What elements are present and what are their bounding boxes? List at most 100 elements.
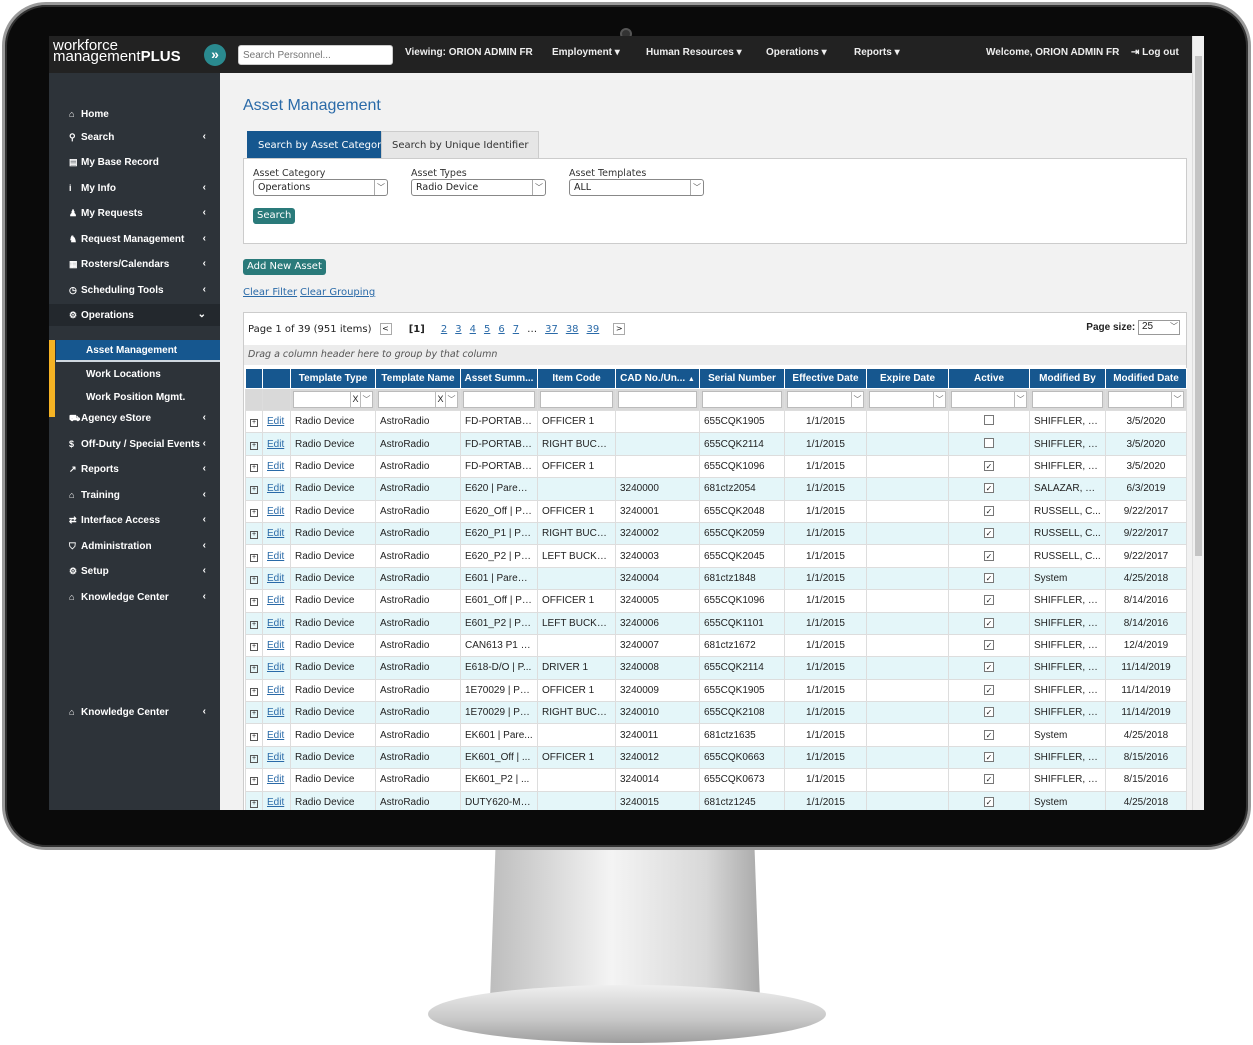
sidebar-subitem-asset-management[interactable]: Asset Management bbox=[56, 340, 220, 362]
page-link[interactable]: 2 bbox=[441, 324, 447, 335]
sidebar-subitem-work-locations[interactable]: Work Locations bbox=[56, 364, 220, 386]
expand-row-button[interactable]: + bbox=[245, 454, 263, 479]
asset-templates-select[interactable]: ALL ﹀ bbox=[569, 179, 704, 196]
column-header-0[interactable]: Template Type bbox=[290, 368, 376, 389]
active-checkbox[interactable] bbox=[984, 415, 994, 426]
column-filter[interactable] bbox=[699, 388, 785, 411]
logo[interactable]: workforce managementPLUS bbox=[53, 38, 181, 64]
sidebar-item-rosters-calendars[interactable]: ▦ Rosters/Calendars ‹ bbox=[49, 253, 220, 275]
scrollbar-thumb[interactable] bbox=[1195, 56, 1202, 556]
column-header-6[interactable]: Effective Date bbox=[784, 368, 867, 389]
expand-row-button[interactable]: + bbox=[245, 521, 263, 546]
active-checkbox[interactable]: ✓ bbox=[984, 617, 994, 628]
active-checkbox[interactable]: ✓ bbox=[984, 460, 994, 471]
page-link[interactable]: 39 bbox=[587, 324, 600, 335]
column-filter[interactable]: ﹀ bbox=[866, 388, 949, 411]
column-header-7[interactable]: Expire Date bbox=[866, 368, 949, 389]
edit-cell[interactable]: Edit bbox=[262, 633, 291, 658]
column-header-10[interactable]: Modified Date bbox=[1105, 368, 1187, 389]
search-button[interactable]: Search bbox=[253, 208, 296, 224]
active-checkbox[interactable]: ✓ bbox=[984, 483, 994, 494]
sidebar-subitem-work-position-mgmt-[interactable]: Work Position Mgmt. bbox=[56, 387, 220, 409]
expand-row-button[interactable]: + bbox=[245, 656, 263, 680]
page-link[interactable]: 38 bbox=[566, 324, 579, 335]
active-checkbox[interactable] bbox=[984, 437, 994, 448]
sidebar-item-knowledge-center[interactable]: ⌂ Knowledge Center ‹ bbox=[49, 586, 220, 608]
group-panel[interactable]: Drag a column header here to group by th… bbox=[244, 345, 1186, 365]
sidebar-item-reports[interactable]: ↗ Reports ‹ bbox=[49, 458, 220, 480]
expand-row-button[interactable]: + bbox=[245, 633, 263, 658]
column-header-1[interactable]: Template Name bbox=[375, 368, 461, 389]
expand-row-button[interactable]: + bbox=[245, 790, 263, 810]
edit-cell[interactable]: Edit bbox=[262, 589, 291, 613]
edit-cell[interactable]: Edit bbox=[262, 544, 291, 568]
edit-cell[interactable]: Edit bbox=[262, 678, 291, 703]
clear-filter-link[interactable]: Clear Filter bbox=[243, 287, 297, 298]
column-filter[interactable]: ﹀ bbox=[948, 388, 1030, 411]
edit-cell[interactable]: Edit bbox=[262, 701, 291, 725]
edit-cell[interactable]: Edit bbox=[262, 745, 291, 770]
edit-cell[interactable]: Edit bbox=[262, 454, 291, 479]
add-new-asset-button[interactable]: Add New Asset bbox=[243, 259, 326, 275]
clear-grouping-link[interactable]: Clear Grouping bbox=[300, 287, 375, 298]
sidebar-item-home[interactable]: ⌂ Home bbox=[49, 103, 220, 125]
active-checkbox[interactable]: ✓ bbox=[984, 640, 994, 651]
expand-menu-button[interactable]: » bbox=[204, 44, 226, 66]
edit-cell[interactable]: Edit bbox=[262, 768, 291, 792]
active-checkbox[interactable]: ✓ bbox=[984, 595, 994, 606]
edit-link[interactable]: Edit bbox=[267, 685, 284, 696]
sidebar-item-my-base-record[interactable]: ▤ My Base Record bbox=[49, 151, 220, 173]
prev-page-button[interactable]: < bbox=[379, 323, 392, 335]
column-header-4[interactable]: CAD No./Un... ▲ bbox=[615, 368, 700, 389]
expand-row-button[interactable]: + bbox=[245, 611, 263, 635]
edit-link[interactable]: Edit bbox=[267, 416, 284, 427]
column-filter[interactable] bbox=[460, 388, 538, 411]
sidebar-item-request-management[interactable]: ♞ Request Management ‹ bbox=[49, 228, 220, 250]
logout-link[interactable]: ⇥ Log out bbox=[1131, 47, 1179, 58]
active-checkbox[interactable]: ✓ bbox=[984, 707, 994, 718]
page-link[interactable]: 7 bbox=[513, 324, 519, 335]
expand-row-button[interactable]: + bbox=[245, 409, 263, 434]
chevron-down-icon[interactable]: ﹀ bbox=[360, 392, 372, 407]
asset-types-select[interactable]: Radio Device ﹀ bbox=[411, 179, 546, 196]
edit-cell[interactable]: Edit bbox=[262, 790, 291, 810]
expand-row-button[interactable]: + bbox=[245, 477, 263, 501]
expand-row-button[interactable]: + bbox=[245, 745, 263, 770]
expand-row-button[interactable]: + bbox=[245, 768, 263, 792]
menu-operations[interactable]: Operations ▾ bbox=[766, 47, 827, 58]
edit-cell[interactable]: Edit bbox=[262, 499, 291, 523]
edit-link[interactable]: Edit bbox=[267, 707, 284, 718]
sidebar-item-off-duty-special-events[interactable]: $ Off-Duty / Special Events ‹ bbox=[49, 433, 220, 455]
column-header-2[interactable]: Asset Summ... bbox=[460, 368, 538, 389]
column-header-5[interactable]: Serial Number bbox=[699, 368, 785, 389]
active-checkbox[interactable]: ✓ bbox=[984, 752, 994, 763]
column-header-9[interactable]: Modified By bbox=[1029, 368, 1106, 389]
chevron-down-icon[interactable]: ﹀ bbox=[933, 392, 945, 407]
column-filter[interactable]: ﹀ bbox=[784, 388, 867, 411]
edit-cell[interactable]: Edit bbox=[262, 723, 291, 747]
sidebar-item-knowledge-center[interactable]: ⌂ Knowledge Center ‹ bbox=[49, 701, 220, 723]
menu-human-resources[interactable]: Human Resources ▾ bbox=[646, 47, 742, 58]
edit-link[interactable]: Edit bbox=[267, 618, 284, 629]
menu-reports[interactable]: Reports ▾ bbox=[854, 47, 900, 58]
page-link[interactable]: 6 bbox=[498, 324, 504, 335]
chevron-down-icon[interactable]: ﹀ bbox=[1171, 392, 1183, 407]
edit-cell[interactable]: Edit bbox=[262, 566, 291, 591]
sidebar-item-my-requests[interactable]: ♟ My Requests ‹ bbox=[49, 202, 220, 224]
expand-row-button[interactable]: + bbox=[245, 678, 263, 703]
active-checkbox[interactable]: ✓ bbox=[984, 774, 994, 785]
edit-link[interactable]: Edit bbox=[267, 797, 284, 808]
clear-filter-icon[interactable]: X bbox=[350, 392, 360, 407]
column-filter[interactable] bbox=[615, 388, 700, 411]
sidebar-item-search[interactable]: ⚲ Search ‹ bbox=[49, 126, 220, 148]
edit-cell[interactable]: Edit bbox=[262, 611, 291, 635]
sidebar-item-my-info[interactable]: i My Info ‹ bbox=[49, 177, 220, 199]
edit-cell[interactable]: Edit bbox=[262, 409, 291, 434]
column-header-3[interactable]: Item Code bbox=[537, 368, 616, 389]
active-checkbox[interactable]: ✓ bbox=[984, 729, 994, 740]
sidebar-item-agency-estore[interactable]: ⛟Agency eStore ‹ bbox=[49, 407, 220, 429]
next-page-button[interactable]: > bbox=[613, 323, 626, 335]
column-filter[interactable] bbox=[537, 388, 616, 411]
edit-cell[interactable]: Edit bbox=[262, 477, 291, 501]
edit-link[interactable]: Edit bbox=[267, 506, 284, 517]
